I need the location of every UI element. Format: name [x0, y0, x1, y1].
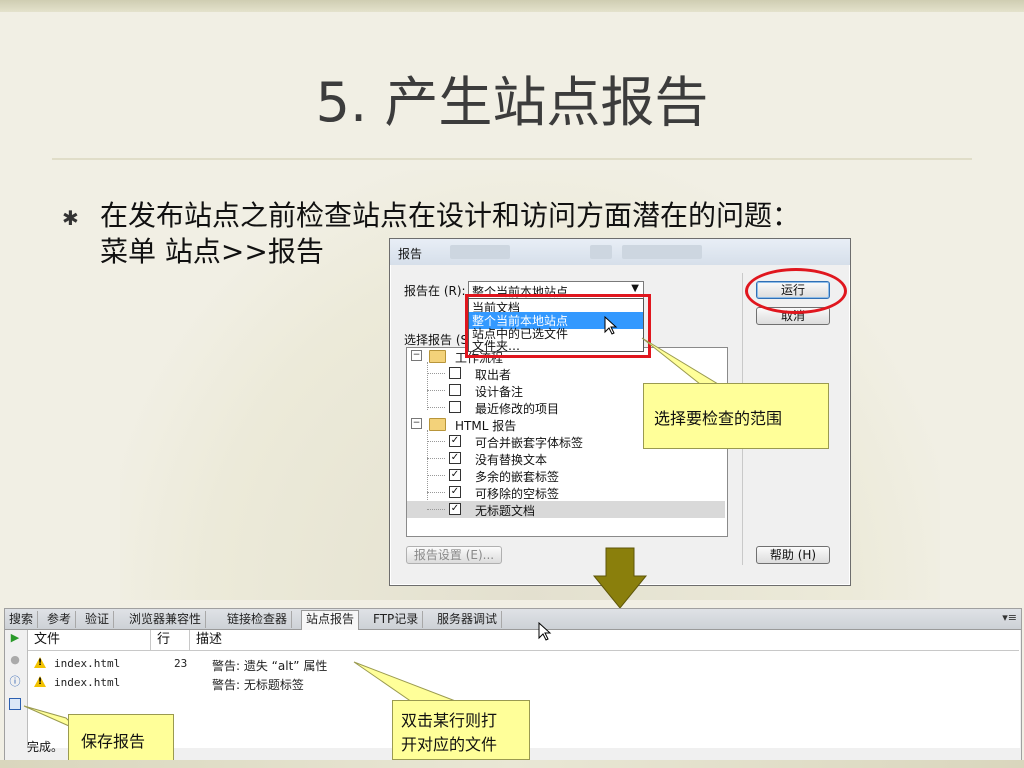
- table-row[interactable]: ! index.html 23 警告: 遗失 “alt” 属性: [28, 655, 1020, 673]
- status-text: 完成。: [27, 740, 64, 754]
- checkbox-unchecked[interactable]: [449, 384, 461, 396]
- bullet-text-line-1: 在发布站点之前检查站点在设计和访问方面潜在的问题：: [100, 199, 801, 232]
- down-arrow-icon: [592, 547, 648, 609]
- checkbox-checked[interactable]: ✓: [449, 435, 461, 447]
- tree-item-label: 最近修改的项目: [475, 402, 560, 416]
- panel-tab-bar: 搜索 参考 验证 浏览器兼容性 链接检查器 站点报告 FTP记录 服务器调试 ▾…: [5, 609, 1021, 630]
- column-header-description[interactable]: 描述: [190, 630, 1019, 651]
- run-button-highlight-ellipse: [745, 268, 847, 314]
- tab-search[interactable]: 搜索: [5, 611, 39, 628]
- tree-item-selected[interactable]: ✓ 无标题文档: [407, 501, 725, 518]
- dialog-title-bar: 报告: [390, 239, 850, 265]
- double-click-callout-line-1: 双击某行则打: [401, 711, 498, 730]
- tree-guide-line: [427, 441, 445, 442]
- tab-browser-compat[interactable]: 浏览器兼容性: [125, 611, 207, 628]
- warning-icon-mark: !: [38, 658, 43, 668]
- tree-item-label: 无标题文档: [475, 504, 536, 518]
- tab-ftp-log[interactable]: FTP记录: [369, 611, 424, 628]
- callout-pointer: [641, 337, 720, 385]
- save-report-icon[interactable]: [9, 698, 21, 710]
- help-button[interactable]: 帮助 (H): [756, 546, 830, 564]
- tree-guide-line: [427, 373, 445, 374]
- save-report-callout-text: 保存报告: [81, 732, 146, 751]
- background-window-ghost: [590, 245, 612, 259]
- mouse-pointer-icon: [538, 622, 552, 641]
- checkbox-checked[interactable]: ✓: [449, 503, 461, 515]
- bullet-text-line-2: 菜单 站点>>报告: [100, 235, 324, 268]
- asterisk-bullet-icon: ✱: [62, 206, 79, 230]
- tree-guide-line: [427, 390, 445, 391]
- report-on-label: 报告在 (R):: [404, 284, 466, 298]
- tree-item[interactable]: ✓ 没有替换文本: [407, 450, 725, 467]
- cell-line: 23: [174, 657, 188, 670]
- folder-icon: [429, 350, 446, 363]
- scope-callout-text: 选择要检查的范围: [654, 409, 783, 428]
- folder-icon: [429, 418, 446, 431]
- tree-item[interactable]: ✓ 可移除的空标签: [407, 484, 725, 501]
- scope-callout: 选择要检查的范围: [643, 383, 829, 449]
- dropdown-highlight-box: [465, 294, 651, 358]
- play-run-icon[interactable]: ▶: [9, 632, 21, 644]
- tree-guide-line: [427, 492, 445, 493]
- panel-options-menu-icon[interactable]: ▾≡: [1002, 611, 1017, 624]
- tree-item[interactable]: ✓ 多余的嵌套标签: [407, 467, 725, 484]
- panel-side-toolbar: ▶ ● ⓘ: [5, 630, 27, 760]
- collapse-toggle-icon[interactable]: −: [411, 418, 422, 429]
- background-window-ghost: [450, 245, 510, 259]
- title-divider: [52, 158, 972, 160]
- checkbox-checked[interactable]: ✓: [449, 469, 461, 481]
- tree-item-label: 取出者: [475, 368, 512, 382]
- select-report-label: 选择报告 (S: [404, 333, 469, 347]
- slide-bottom-band: [0, 760, 1024, 768]
- slide-title: 5. 产生站点报告: [315, 71, 709, 134]
- warning-icon-mark: !: [38, 677, 43, 687]
- tab-reference[interactable]: 参考: [43, 611, 77, 628]
- checkbox-checked[interactable]: ✓: [449, 486, 461, 498]
- save-report-callout: 保存报告: [68, 714, 174, 762]
- tab-link-checker[interactable]: 链接检查器: [223, 611, 293, 628]
- report-settings-button[interactable]: 报告设置 (E)...: [406, 546, 502, 564]
- background-window-ghost: [622, 245, 702, 259]
- tree-node-label: HTML 报告: [455, 419, 517, 433]
- tree-item-label: 多余的嵌套标签: [475, 470, 560, 484]
- double-click-callout: 双击某行则打 开对应的文件: [392, 700, 530, 760]
- info-icon[interactable]: ⓘ: [9, 676, 21, 688]
- tree-item-label: 没有替换文本: [475, 453, 548, 467]
- table-row[interactable]: ! index.html 警告: 无标题标签: [28, 674, 1020, 692]
- stop-icon[interactable]: ●: [9, 654, 21, 666]
- tree-guide-line: [427, 458, 445, 459]
- cell-file: index.html: [54, 657, 121, 670]
- chevron-down-icon[interactable]: ▼: [631, 283, 639, 294]
- tab-site-reports[interactable]: 站点报告: [301, 610, 360, 630]
- cell-description: 警告: 遗失 “alt” 属性: [212, 659, 328, 673]
- tab-validation[interactable]: 验证: [81, 611, 115, 628]
- callout-pointer: [353, 661, 459, 703]
- tree-guide-line: [427, 407, 445, 408]
- tree-item-label: 设计备注: [475, 385, 524, 399]
- column-header-file[interactable]: 文件: [28, 630, 151, 651]
- tree-item-label: 可移除的空标签: [475, 487, 560, 501]
- tree-guide-line: [427, 509, 445, 510]
- tab-server-debug[interactable]: 服务器调试: [433, 611, 503, 628]
- cell-description: 警告: 无标题标签: [212, 678, 304, 692]
- slide-top-band: [0, 0, 1024, 12]
- tree-item-label: 可合并嵌套字体标签: [475, 436, 584, 450]
- collapse-toggle-icon[interactable]: −: [411, 350, 422, 361]
- checkbox-unchecked[interactable]: [449, 401, 461, 413]
- column-header-line[interactable]: 行: [151, 630, 190, 651]
- dialog-title: 报告: [398, 247, 423, 261]
- cell-file: index.html: [54, 676, 121, 689]
- double-click-callout-line-2: 开对应的文件: [401, 735, 498, 754]
- checkbox-unchecked[interactable]: [449, 367, 461, 379]
- checkbox-checked[interactable]: ✓: [449, 452, 461, 464]
- tree-guide-line: [427, 475, 445, 476]
